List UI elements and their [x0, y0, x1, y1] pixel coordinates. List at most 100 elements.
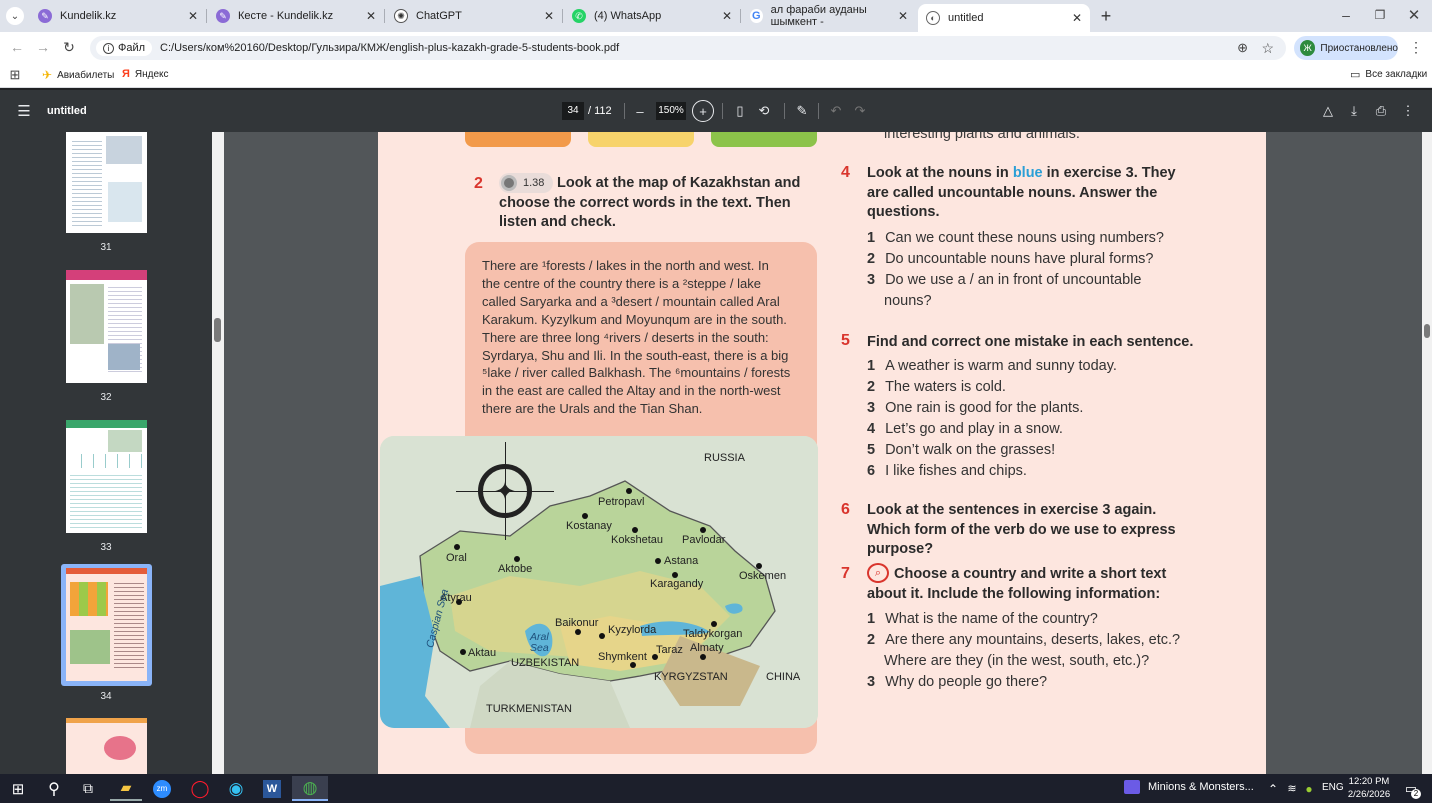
thumbnail-page-33[interactable]	[66, 420, 147, 533]
thumbnail-page-32[interactable]	[66, 270, 147, 383]
print-icon[interactable]: ⎙	[1370, 101, 1392, 121]
address-bar: ← → ↻ i Файл C:/Users/ком%20160/Desktop/…	[0, 32, 1432, 62]
list-item: 3 Why do people go there?	[867, 672, 1047, 693]
zoom-in-icon[interactable]: +	[692, 100, 714, 122]
kundelik-icon: ✎	[216, 9, 230, 23]
sidebar-scrollbar[interactable]	[212, 132, 224, 774]
undo-icon[interactable]: ↶	[826, 101, 846, 121]
bookmark-aviabilety[interactable]: ✈ Авиабилеты	[42, 68, 114, 82]
close-icon[interactable]: ✕	[544, 9, 554, 23]
city-dot	[655, 558, 661, 564]
fit-page-icon[interactable]: ▯	[730, 101, 750, 121]
close-icon[interactable]: ✕	[188, 9, 198, 23]
text-line: There are three long ⁴rivers / deserts i…	[482, 329, 769, 345]
profile-button[interactable]: Ж Приостановлено	[1294, 36, 1398, 60]
thumbnail-page-34[interactable]	[66, 568, 147, 681]
site-info-chip[interactable]: i Файл	[96, 40, 153, 56]
info-icon: i	[103, 42, 114, 54]
tab-untitled[interactable]: ◐ untitled ✕	[918, 4, 1090, 32]
text-line: there are the Urals and the Tian Shan.	[482, 401, 703, 417]
bookmark-yandex[interactable]: Я Яндекс	[122, 68, 169, 80]
close-icon[interactable]: ✕	[722, 9, 732, 23]
thumb-image	[108, 344, 140, 370]
tab-kundelik-schedule[interactable]: ✎ Кесте - Kundelik.kz ✕	[208, 4, 384, 28]
plane-icon: ✈	[42, 68, 53, 82]
map-label: Kostanay	[566, 520, 612, 532]
sidebar-scrollbar-thumb[interactable]	[214, 318, 221, 342]
opera-icon[interactable]: ◯	[184, 776, 216, 801]
city-dot	[711, 621, 717, 627]
restore-icon[interactable]: ❐	[1368, 4, 1392, 26]
item-text: Do we use a / an in front of uncountable…	[884, 272, 1142, 309]
task-view-icon[interactable]: ⧉	[72, 776, 104, 801]
thumb-header	[66, 718, 147, 723]
chrome-icon[interactable]: ◍	[292, 776, 328, 801]
all-bookmarks[interactable]: ▭ Все закладки	[1350, 68, 1427, 81]
close-icon[interactable]: ✕	[366, 9, 376, 23]
pdf-viewer[interactable]: interesting plants and animals. 2 1.38 L…	[224, 132, 1422, 774]
drive-icon[interactable]: △	[1318, 101, 1338, 121]
zoom-out-icon[interactable]: –	[630, 101, 650, 121]
file-explorer-icon[interactable]: ▰	[110, 776, 142, 801]
tab-separator	[384, 9, 385, 23]
rotate-icon[interactable]: ⟲	[754, 101, 774, 121]
thumb-text-block	[72, 138, 102, 226]
chatgpt-icon: ✺	[394, 9, 408, 23]
globe-icon: ◐	[926, 11, 940, 25]
forward-icon[interactable]: →	[32, 36, 54, 58]
exercise-4-instruction: Look at the nouns in blue in exercise 3.…	[867, 164, 1177, 223]
tab-google-search[interactable]: G ал фараби ауданы шымкент - ✕	[742, 4, 916, 28]
tab-separator	[206, 9, 207, 23]
download-icon[interactable]: ⤓	[1344, 101, 1364, 121]
windows-start-icon[interactable]: ⊞	[2, 776, 34, 801]
edge-icon[interactable]: ◉	[220, 776, 252, 801]
toolbar-divider	[722, 103, 723, 119]
tab-chatgpt[interactable]: ✺ ChatGPT ✕	[386, 4, 562, 28]
close-icon[interactable]: ✕	[898, 9, 908, 23]
viewer-scrollbar-thumb[interactable]	[1424, 324, 1430, 338]
annotate-icon[interactable]: ✎	[792, 101, 812, 121]
bookmark-star-icon[interactable]: ☆	[1261, 40, 1274, 57]
browser-menu-icon[interactable]: ⋮	[1406, 36, 1426, 58]
media-widget[interactable]: Minions & Monsters...	[1124, 780, 1254, 794]
tab-search-icon[interactable]: ⌄	[6, 7, 24, 25]
thumb-table	[70, 454, 142, 468]
search-icon[interactable]: ⚲	[38, 776, 70, 801]
close-icon[interactable]: ✕	[1072, 11, 1082, 25]
more-options-icon[interactable]: ⋮	[1398, 101, 1418, 121]
zoom-icon[interactable]: ⊕	[1237, 40, 1248, 56]
instruction-text: Look at the map of Kazakhstan and choose…	[499, 175, 801, 230]
viewer-scrollbar[interactable]	[1422, 132, 1432, 774]
clock[interactable]: 12:20 PM 2/26/2026	[1344, 776, 1394, 801]
reload-icon[interactable]: ↻	[58, 36, 80, 58]
map-label: Astana	[664, 555, 699, 567]
tab-whatsapp[interactable]: ✆ (4) WhatsApp ✕	[564, 4, 740, 28]
text-line: Syrdarya, Shu and Ili. In the south-east…	[482, 347, 789, 363]
redo-icon[interactable]: ↷	[850, 101, 870, 121]
word-icon[interactable]: W	[256, 776, 288, 801]
text-line: ⁵lake / river called Balkhash. The ⁶moun…	[482, 365, 791, 381]
thumbnail-page-31[interactable]	[66, 132, 147, 233]
map-label: Almaty	[690, 642, 724, 654]
chevron-up-icon[interactable]: ⌃	[1262, 776, 1284, 801]
tab-title: (4) WhatsApp	[594, 10, 662, 22]
wifi-icon[interactable]: ≋	[1282, 776, 1302, 801]
taskbar: ⊞ ⚲ ⧉ ▰ zm ◯ ◉ W ◍ Minions & Monsters...…	[0, 774, 1432, 803]
menu-icon[interactable]: ☰	[14, 101, 34, 121]
language-indicator[interactable]: ENG	[1322, 782, 1344, 793]
new-tab-icon[interactable]: +	[1096, 6, 1116, 26]
apps-grid-icon[interactable]: ⊞	[6, 66, 24, 84]
page-number-input[interactable]: 34	[562, 102, 584, 120]
notifications-icon[interactable]: ▭ 2	[1398, 776, 1424, 801]
omnibox[interactable]: i Файл C:/Users/ком%20160/Desktop/Гульзи…	[90, 36, 1286, 60]
zoom-app-icon[interactable]: zm	[146, 776, 178, 801]
back-icon[interactable]: ←	[6, 36, 28, 58]
tab-kundelik[interactable]: ✎ Kundelik.kz ✕	[30, 4, 206, 28]
thumbnail-page-35[interactable]	[66, 718, 147, 774]
app-tray-icon[interactable]: ●	[1300, 776, 1318, 801]
city-dot	[700, 654, 706, 660]
pdf-toolbar: ☰ untitled 34 / 112 – 150% + ▯ ⟲ ✎ ↶ ↷ △…	[0, 90, 1432, 132]
zoom-level-input[interactable]: 150%	[656, 102, 686, 120]
window-close-icon[interactable]: ✕	[1402, 4, 1426, 26]
minimize-icon[interactable]: –	[1334, 4, 1358, 26]
